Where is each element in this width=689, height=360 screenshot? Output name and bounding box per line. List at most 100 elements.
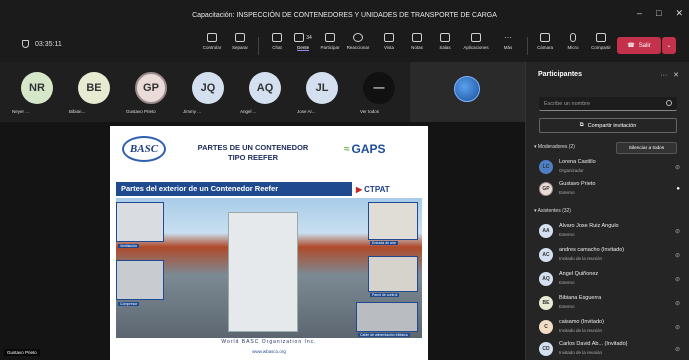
avatar: JQ	[192, 72, 224, 104]
aplicaciones-button[interactable]: Aplicaciones	[461, 33, 491, 50]
elapsed-time: 03:35:11	[35, 40, 62, 48]
participant-name: Alvaro Jose Ruiz Angulo	[559, 223, 619, 229]
swoosh-icon: ≈	[344, 143, 350, 155]
close-panel-icon[interactable]: ✕	[673, 72, 679, 79]
gallery-tile[interactable]: AQ Angel ...	[240, 69, 292, 121]
participant-name: Carlos David Ab... (Invitado)	[559, 341, 628, 347]
participant-name: Lorena Castillo	[559, 159, 596, 165]
participant-row[interactable]: CD Carlos David Ab... (Invitado) Invitad…	[539, 340, 684, 360]
mute-all-button[interactable]: Silenciar a todos	[616, 142, 677, 154]
shared-slide: BASC PARTES DE UN CONTENEDOR TIPO REEFER…	[110, 126, 428, 360]
camara-button[interactable]: Cámara	[530, 33, 560, 50]
avatar: AC	[539, 248, 553, 262]
avatar: AQ	[539, 272, 553, 286]
panel-title: Participantes	[538, 71, 582, 78]
close-icon[interactable]: ✕	[675, 8, 683, 19]
minimize-icon[interactable]: –	[637, 8, 642, 19]
avatar: C	[539, 320, 553, 334]
attendees-section-toggle[interactable]: ▾ Asistentes (32)	[534, 208, 571, 214]
participant-row[interactable]: AC andres camacho (Invitado) Invitado de…	[539, 246, 684, 266]
mic-off-icon: ⊘	[674, 277, 680, 283]
gallery-tile[interactable]: GP Gustavo Prieto	[126, 69, 178, 121]
gallery-name: Angel ...	[240, 109, 257, 114]
meeting-toolbar: 03:35:11 Controlar Separar Chat 34 Gente…	[0, 30, 689, 62]
leave-options-button[interactable]: ⌄	[662, 37, 676, 54]
mic-off-icon: ⊘	[674, 253, 680, 259]
avatar: BE	[78, 72, 110, 104]
people-icon	[294, 33, 305, 42]
mic-off-icon: ⊘	[674, 301, 680, 307]
leave-button[interactable]: ☎ Salir	[617, 37, 661, 54]
reaccionar-button[interactable]: Reaccionar	[343, 33, 373, 50]
controlar-button[interactable]: Controlar	[197, 33, 227, 50]
people-count: 34	[306, 34, 312, 41]
participant-role: Externo	[559, 280, 575, 285]
view-all-tile[interactable]: — Ver todos	[354, 69, 406, 121]
gallery-name: Bibian...	[69, 109, 86, 114]
participant-search-input[interactable]: Escribe un nombre	[539, 97, 677, 111]
gallery-tile[interactable]: JL Jose Ar...	[297, 69, 349, 121]
callout-label: Panel de control	[370, 293, 400, 297]
basc-logo: BASC	[122, 136, 166, 162]
separar-button[interactable]: Separar	[225, 33, 255, 50]
apps-icon	[471, 33, 481, 42]
chat-icon	[272, 33, 282, 42]
window-title: Capacitación: INSPECCIÓN DE CONTENEDORES…	[192, 11, 497, 19]
popout-icon	[235, 33, 245, 42]
micro-button[interactable]: Micro	[558, 33, 588, 50]
more-icon: ···	[504, 33, 512, 42]
avatar: GP	[135, 72, 167, 104]
participant-row[interactable]: GP Gustavo Prieto Externo ●	[539, 180, 684, 200]
ctpat-logo: ▶ CTPAT	[356, 184, 390, 194]
toolbar-divider	[258, 37, 259, 55]
maximize-icon[interactable]: □	[656, 8, 661, 19]
participant-row[interactable]: BE Bibiana Esguerra Externo ⊘	[539, 294, 684, 314]
callout-label: Ventilación	[118, 244, 139, 248]
avatar: AA	[539, 224, 553, 238]
link-icon: ⧉	[579, 122, 584, 128]
gallery-tile[interactable]: BE Bibian...	[69, 69, 121, 121]
mic-off-icon	[570, 33, 576, 42]
callout-label: Cable de alimentación trifásica	[358, 333, 410, 337]
participar-button[interactable]: Participar	[315, 33, 345, 50]
raise-hand-icon	[325, 33, 335, 42]
mic-on-icon: ●	[676, 186, 680, 192]
participant-name: Gustavo Prieto	[559, 181, 596, 187]
participant-row[interactable]: AA Alvaro Jose Ruiz Angulo Externo ⊘	[539, 222, 684, 242]
organization-video-tile[interactable]	[410, 62, 525, 122]
slide-url: www.wbasco.org	[252, 349, 286, 354]
mic-off-icon: ⊘	[674, 165, 680, 171]
ctpat-flag-icon: ▶	[356, 184, 363, 194]
participant-row[interactable]: C caisamo (Invitado) Invitado de la reun…	[539, 318, 684, 338]
window-controls: – □ ✕	[637, 8, 683, 19]
gallery-tile[interactable]: NR Neyer ...	[12, 69, 64, 121]
inset-photo	[116, 202, 164, 242]
mic-off-icon: ⊘	[674, 325, 680, 331]
slide-banner: Partes del exterior de un Contenedor Ree…	[116, 182, 352, 196]
mic-off-icon: ⊘	[674, 229, 680, 235]
notas-button[interactable]: Notas	[402, 33, 432, 50]
participants-panel: Participantes ··· ✕ Escribe un nombre ⧉ …	[525, 62, 689, 360]
avatar: GP	[539, 182, 553, 196]
participant-role: Invitado de la reunión	[559, 256, 603, 261]
share-invite-button[interactable]: ⧉ Compartir invitación	[539, 118, 677, 133]
gallery-tile[interactable]: JQ Jimmy ...	[183, 69, 235, 121]
more-options-icon[interactable]: ···	[660, 72, 667, 79]
more-participants-icon: —	[363, 72, 395, 104]
gallery-name: Jose Ar...	[297, 109, 316, 114]
grid-icon	[384, 33, 394, 42]
mas-button[interactable]: ··· Más	[493, 33, 523, 50]
participant-row[interactable]: LC Lorena Castillo Organizador ⊘	[539, 158, 684, 178]
participant-row[interactable]: AQ Angel Quiñonez Externo ⊘	[539, 270, 684, 290]
inset-photo	[368, 202, 418, 240]
search-icon[interactable]	[666, 100, 672, 106]
moderators-section-toggle[interactable]: ▾ Moderadores (2)	[534, 144, 575, 150]
compartir-button[interactable]: Compartir	[586, 33, 616, 50]
vista-button[interactable]: Vista	[374, 33, 404, 50]
gaps-logo: ≈ GAPS	[344, 142, 386, 156]
participant-role: Invitado de la reunión	[559, 328, 603, 333]
gente-button[interactable]: 34 Gente	[288, 33, 318, 51]
salas-button[interactable]: Salas	[430, 33, 460, 50]
callout-label: Entrada de aire	[370, 241, 398, 245]
title-bar: Capacitación: INSPECCIÓN DE CONTENEDORES…	[0, 0, 689, 30]
